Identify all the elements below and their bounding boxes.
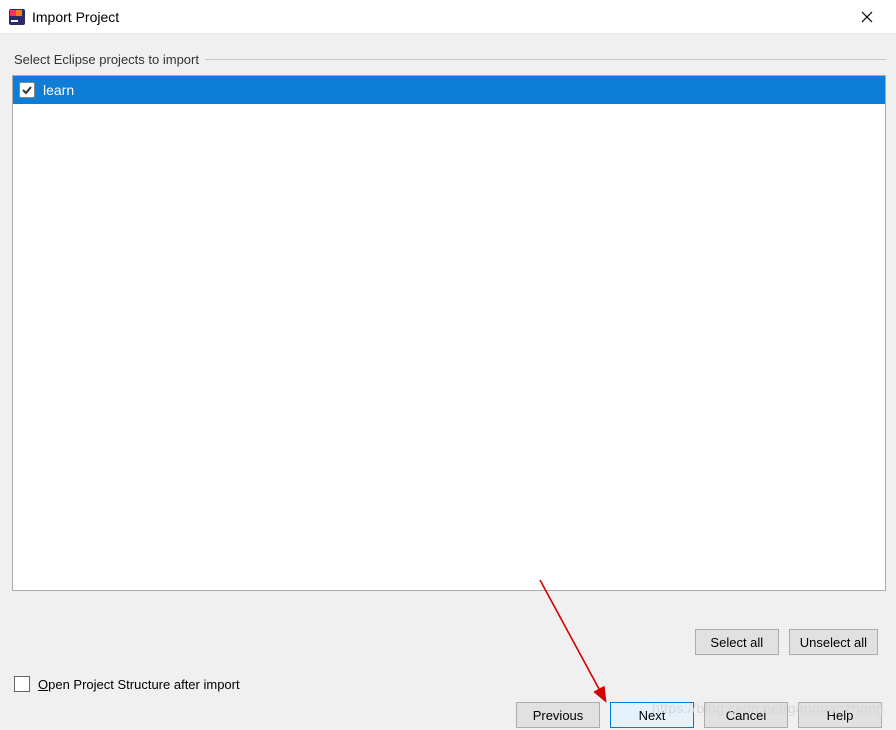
window-title: Import Project: [32, 9, 119, 25]
project-label: learn: [43, 82, 74, 98]
unselect-all-button[interactable]: Unselect all: [789, 629, 878, 655]
checkmark-icon: [21, 84, 33, 96]
section-divider: [205, 59, 886, 60]
wizard-button-row: Previous Next Cancel Help: [10, 702, 886, 728]
project-checkbox[interactable]: [19, 82, 35, 98]
dialog-content: Select Eclipse projects to import learn …: [0, 34, 896, 665]
open-structure-row: Open Project Structure after import: [14, 676, 886, 692]
section-label: Select Eclipse projects to import: [14, 52, 205, 67]
open-structure-checkbox[interactable]: [14, 676, 30, 692]
titlebar: Import Project: [0, 0, 896, 34]
close-icon: [861, 11, 873, 23]
list-item[interactable]: learn: [13, 76, 885, 104]
close-button[interactable]: [844, 2, 890, 32]
intellij-icon: [8, 8, 26, 26]
projects-list[interactable]: learn: [12, 75, 886, 591]
next-button[interactable]: Next: [610, 702, 694, 728]
section-header: Select Eclipse projects to import: [14, 52, 886, 67]
previous-button[interactable]: Previous: [516, 702, 600, 728]
footer: Open Project Structure after import Prev…: [0, 676, 896, 730]
cancel-button[interactable]: Cancel: [704, 702, 788, 728]
open-structure-label: Open Project Structure after import: [38, 677, 240, 692]
select-all-button[interactable]: Select all: [695, 629, 779, 655]
help-button[interactable]: Help: [798, 702, 882, 728]
titlebar-left: Import Project: [8, 8, 119, 26]
selection-button-row: Select all Unselect all: [10, 629, 886, 655]
